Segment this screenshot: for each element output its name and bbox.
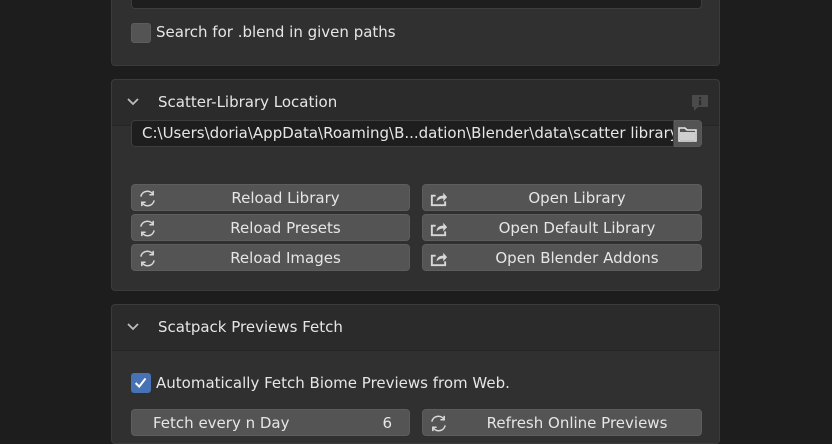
refresh-online-previews-label: Refresh Online Previews (486, 414, 668, 432)
info-icon[interactable] (691, 94, 709, 112)
chevron-down-icon[interactable] (126, 97, 140, 107)
open-library-label: Open Library (528, 189, 626, 207)
open-library-button[interactable]: Open Library (422, 184, 702, 211)
refresh-icon (431, 415, 446, 432)
auto-fetch-checkbox[interactable] (131, 373, 151, 393)
panel-title: Scatpack Previews Fetch (158, 318, 343, 336)
fetch-field-label: Fetch every n Day (153, 414, 290, 432)
partial-field[interactable] (131, 0, 702, 9)
fetch-every-n-day-field[interactable]: Fetch every n Day 6 (131, 409, 410, 436)
open-blender-addons-label: Open Blender Addons (495, 249, 659, 267)
open-blender-addons-button[interactable]: Open Blender Addons (422, 244, 702, 271)
search-blend-checkbox[interactable] (131, 23, 151, 43)
open-default-library-label: Open Default Library (498, 219, 656, 237)
reload-library-label: Reload Library (231, 189, 340, 207)
refresh-online-previews-button[interactable]: Refresh Online Previews (422, 409, 702, 436)
auto-fetch-label: Automatically Fetch Biome Previews from … (156, 374, 510, 392)
folder-icon (678, 127, 697, 142)
panel-title: Scatter-Library Location (158, 93, 338, 111)
check-icon (134, 377, 147, 389)
reload-presets-button[interactable]: Reload Presets (131, 214, 410, 241)
open-external-icon (430, 252, 448, 267)
scatpack-previews-fetch-panel: Scatpack Previews Fetch Automatically Fe… (111, 304, 720, 444)
browse-folder-button[interactable] (674, 120, 702, 147)
refresh-icon (140, 250, 155, 267)
reload-images-button[interactable]: Reload Images (131, 244, 410, 271)
scatter-library-location-panel: Scatter-Library Location C:\Users\doria\… (111, 79, 720, 291)
panel-header[interactable]: Scatpack Previews Fetch (112, 305, 719, 351)
open-external-icon (430, 192, 448, 207)
reload-presets-label: Reload Presets (230, 219, 341, 237)
open-default-library-button[interactable]: Open Default Library (422, 214, 702, 241)
reload-images-label: Reload Images (230, 249, 341, 267)
search-blend-label: Search for .blend in given paths (156, 23, 396, 41)
search-paths-panel: Search for .blend in given paths (111, 0, 720, 66)
reload-library-button[interactable]: Reload Library (131, 184, 410, 211)
chevron-down-icon[interactable] (126, 322, 140, 332)
open-external-icon (430, 222, 448, 237)
refresh-icon (140, 190, 155, 207)
refresh-icon (140, 220, 155, 237)
library-path-field[interactable]: C:\Users\doria\AppData\Roaming\B...datio… (131, 120, 674, 147)
fetch-field-value: 6 (382, 414, 392, 432)
